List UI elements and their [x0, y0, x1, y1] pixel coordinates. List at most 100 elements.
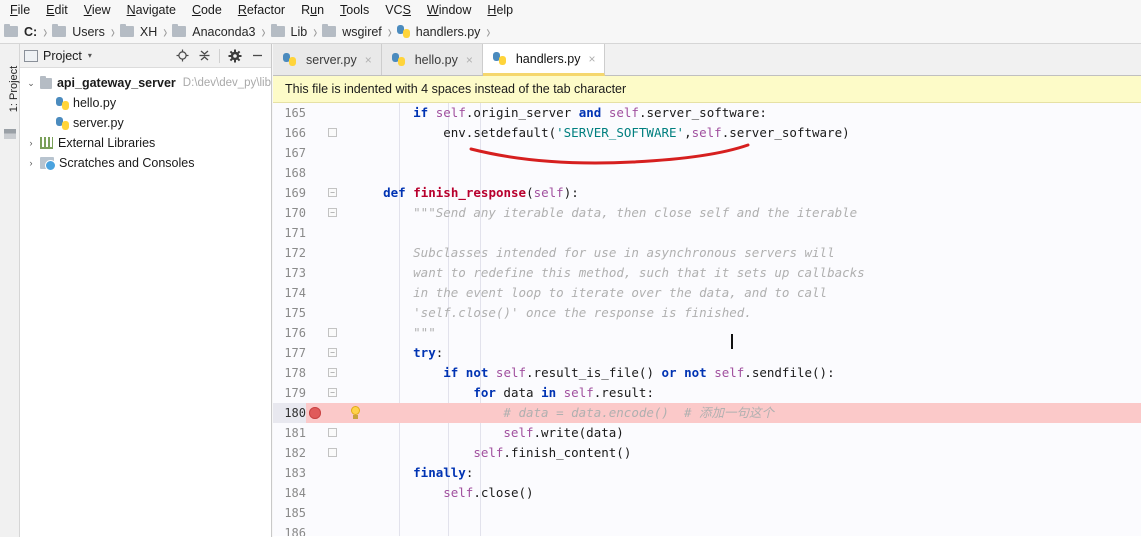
fold-collapse-icon[interactable]: − — [328, 388, 337, 397]
project-tree: ⌄ api_gateway_server D:\dev\dev_py\lib h… — [20, 68, 271, 173]
code-line[interactable]: 167 — [273, 143, 1141, 163]
python-file-icon — [396, 25, 410, 38]
breadcrumb-item-anaconda3[interactable]: Anaconda3 › — [172, 21, 270, 42]
menu-item-navigate[interactable]: Navigate — [119, 1, 184, 19]
code-line[interactable]: 174 in the event loop to iterate over the… — [273, 283, 1141, 303]
code-line[interactable]: 180 # data = data.encode() # 添加一句这个 — [273, 403, 1141, 423]
code-line[interactable]: 178 − if not self.result_is_file() or not … — [273, 363, 1141, 383]
breadcrumb-label: Users — [72, 24, 105, 39]
editor-tab-hello-py[interactable]: hello.py × — [381, 44, 483, 75]
code-line[interactable]: 172 Subclasses intended for use in asynch… — [273, 243, 1141, 263]
menu-item-vcs[interactable]: VCS — [377, 1, 419, 19]
project-panel-header: Project ▾ — [20, 44, 271, 68]
code-text: self.close() — [443, 485, 534, 500]
gear-icon-svg — [228, 49, 242, 62]
editor-tab-handlers-py[interactable]: handlers.py × — [482, 44, 606, 76]
project-view-icon — [24, 49, 38, 62]
hide-panel-icon[interactable] — [247, 46, 267, 66]
line-number: 171 — [284, 226, 306, 240]
chevron-right-icon[interactable]: › — [22, 158, 40, 168]
code-line[interactable]: 183 finally: — [273, 463, 1141, 483]
editor-tab-server-py[interactable]: server.py × — [273, 44, 382, 75]
tree-node-scratches-and-consoles[interactable]: › Scratches and Consoles — [20, 153, 271, 173]
code-line[interactable]: 169 − def finish_response(self): — [273, 183, 1141, 203]
code-line[interactable]: 184 self.close() — [273, 483, 1141, 503]
code-line[interactable]: 170 − """Send any iterable data, then clos… — [273, 203, 1141, 223]
indentation-notice-banner[interactable]: This file is indented with 4 spaces inst… — [273, 76, 1141, 103]
code-line[interactable]: 176 """ — [273, 323, 1141, 343]
code-line[interactable]: 173 want to redefine this method, such th… — [273, 263, 1141, 283]
chevron-right-icon[interactable]: › — [22, 138, 40, 148]
menu-item-edit[interactable]: Edit — [38, 1, 76, 19]
line-number: 182 — [284, 446, 306, 460]
tree-node-external-libraries[interactable]: › External Libraries — [20, 133, 271, 153]
line-number: 176 — [284, 326, 306, 340]
menu-item-window[interactable]: Window — [419, 1, 479, 19]
code-editor[interactable]: 165 if self.origin_server and self.server… — [273, 103, 1141, 536]
code-text: """ — [413, 325, 436, 340]
breadcrumb-label: C: — [24, 24, 38, 39]
code-line[interactable]: 177 − try: — [273, 343, 1141, 363]
menu-item-tools[interactable]: Tools — [332, 1, 377, 19]
breadcrumb-item-wsgiref[interactable]: wsgiref › — [322, 21, 397, 42]
scratches-icon — [40, 157, 56, 171]
breadcrumb-label: Anaconda3 — [192, 24, 256, 39]
tree-node-hello-py[interactable]: hello.py — [20, 93, 271, 113]
close-icon[interactable]: × — [365, 53, 372, 67]
code-line[interactable]: 182 self.finish_content() — [273, 443, 1141, 463]
code-line[interactable]: 166 env.setdefault('SERVER_SOFTWARE',self… — [273, 123, 1141, 143]
fold-end-icon[interactable] — [328, 128, 337, 137]
code-line[interactable]: 168 — [273, 163, 1141, 183]
code-line[interactable]: 185 — [273, 503, 1141, 523]
code-text: self.finish_content() — [473, 445, 632, 460]
menu-item-refactor[interactable]: Refactor — [230, 1, 293, 19]
fold-collapse-icon[interactable]: − — [328, 368, 337, 377]
fold-collapse-icon[interactable]: − — [328, 208, 337, 217]
fold-end-icon[interactable] — [328, 428, 337, 437]
code-text: want to redefine this method, such that … — [413, 265, 865, 280]
menu-item-view[interactable]: View — [76, 1, 119, 19]
folder-icon — [119, 24, 134, 37]
structure-icon[interactable] — [4, 129, 16, 139]
menu-item-code[interactable]: Code — [184, 1, 230, 19]
collapse-all-icon[interactable] — [194, 46, 214, 66]
lightbulb-icon[interactable] — [349, 406, 361, 420]
line-number: 169 — [284, 186, 306, 200]
line-number: 168 — [284, 166, 306, 180]
code-line[interactable]: 171 — [273, 223, 1141, 243]
tree-node-server-py[interactable]: server.py — [20, 113, 271, 133]
breadcrumb-item-lib[interactable]: Lib › — [270, 21, 323, 42]
close-icon[interactable]: × — [588, 52, 595, 66]
code-text: 'self.close()' once the response is fini… — [413, 305, 752, 320]
breadcrumb-item-c[interactable]: C: › — [4, 21, 52, 42]
chevron-down-icon[interactable]: ⌄ — [22, 78, 40, 89]
settings-gear-icon[interactable] — [225, 46, 245, 66]
code-line[interactable]: 165 if self.origin_server and self.server… — [273, 103, 1141, 123]
code-line[interactable]: 181 self.write(data) — [273, 423, 1141, 443]
code-line[interactable]: 186 — [273, 523, 1141, 536]
tree-node-api-gateway-server[interactable]: ⌄ api_gateway_server D:\dev\dev_py\lib — [20, 73, 271, 93]
locate-icon[interactable] — [172, 46, 192, 66]
folder-icon — [172, 24, 187, 37]
code-line[interactable]: 179 − for data in self.result: — [273, 383, 1141, 403]
code-text: self.write(data) — [503, 425, 624, 440]
fold-collapse-icon[interactable]: − — [328, 188, 337, 197]
code-line[interactable]: 175 'self.close()' once the response is f… — [273, 303, 1141, 323]
lightbulb-glass — [351, 406, 360, 415]
breakpoint-icon[interactable] — [309, 407, 321, 419]
fold-end-icon[interactable] — [328, 328, 337, 337]
breadcrumb-separator-icon: › — [486, 21, 491, 42]
menu-item-help[interactable]: Help — [479, 1, 521, 19]
menu-item-file[interactable]: File — [2, 1, 38, 19]
breadcrumb-item-xh[interactable]: XH › — [119, 21, 172, 42]
chevron-down-icon[interactable]: ▾ — [88, 51, 92, 60]
close-icon[interactable]: × — [466, 53, 473, 67]
breadcrumb-item-handlers[interactable]: handlers.py › — [396, 21, 496, 42]
fold-end-icon[interactable] — [328, 448, 337, 457]
breadcrumb-item-users[interactable]: Users › — [52, 21, 120, 42]
fold-collapse-icon[interactable]: − — [328, 348, 337, 357]
code-text: Subclasses intended for use in asynchron… — [413, 245, 835, 260]
menu-item-run[interactable]: Run — [293, 1, 332, 19]
line-number: 170 — [284, 206, 306, 220]
breadcrumb-label: handlers.py — [415, 24, 481, 39]
